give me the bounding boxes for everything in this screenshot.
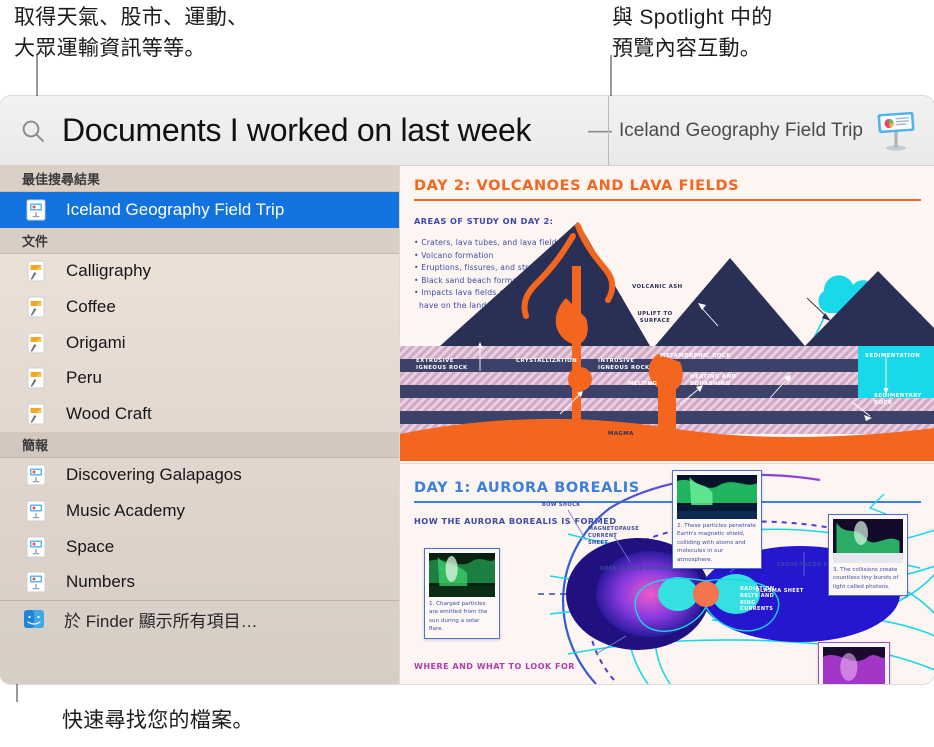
leader-line-top-right <box>610 55 612 97</box>
label-text: INTRUSIVE IGNEOUS ROCK <box>598 358 650 372</box>
mag-label-open-closed-boundary: OPEN-CLOSED BOUNDARY <box>600 566 681 572</box>
finder-icon <box>22 608 46 630</box>
aurora-caption-2: 2. These particles penetrate Earth's mag… <box>677 523 756 563</box>
aurora-thumbnail-violet <box>823 647 885 684</box>
result-label: Discovering Galapagos <box>66 465 242 485</box>
diagram-label-heating-and-squashing: HEATING AND SQUASHING <box>690 374 752 389</box>
result-label: Iceland Geography Field Trip <box>66 199 285 219</box>
diagram-label-metamorphic-rock: METAMORPHIC ROCK <box>660 353 731 359</box>
label-text: EXTRUSIVE IGNEOUS ROCK <box>416 358 468 372</box>
result-label: Numbers <box>66 572 135 592</box>
mag-label-magnetopause-current-sheet: MAGNETOPAUSE CURRENT SHEET <box>588 526 639 546</box>
result-row-peru[interactable]: Peru <box>0 360 399 396</box>
result-label: Music Academy <box>66 500 186 520</box>
result-label: Calligraphy <box>66 261 152 281</box>
diagram-label-intrusive-igneous-rock: INTRUSIVE IGNEOUS ROCK <box>598 358 660 373</box>
diagram-label-sedimentary-rock: SEDIMENTARY ROCK <box>874 393 926 408</box>
results-sidebar[interactable]: 最佳搜尋結果 Iceland Geography Field Trip 文件 C… <box>0 166 399 684</box>
diagram-label-erosion-from-weather: EROSION FROM WEATHER <box>835 314 923 320</box>
aurora-thumbnail-1 <box>429 553 495 597</box>
keynote-app-icon <box>873 108 919 154</box>
result-row-discovering-galapagos[interactable]: Discovering Galapagos <box>0 458 399 494</box>
result-label: Wood Craft <box>66 403 152 423</box>
search-icon <box>20 118 46 144</box>
section-header-documents: 文件 <box>0 227 399 254</box>
keynote-document-icon <box>26 500 46 522</box>
diagram-label-magma: MAGMA <box>608 431 634 437</box>
result-row-wood-craft[interactable]: Wood Craft <box>0 396 399 432</box>
pages-document-icon <box>26 403 46 425</box>
keynote-document-icon <box>26 571 46 593</box>
result-label: Origami <box>66 332 126 352</box>
mag-label-radiation-belts: RADIATION BELTS AND RING CURRENTS <box>740 586 786 613</box>
search-input[interactable]: Documents I worked on last week <box>62 112 531 149</box>
aurora-thumbnail-2 <box>677 475 757 519</box>
label-text: RADIATION BELTS AND RING CURRENTS <box>740 586 775 613</box>
callout-top-right: 與 Spotlight 中的 預覽內容互動。 <box>612 6 773 60</box>
aurora-caption-1: 1. Charged particles are emitted from th… <box>429 601 488 633</box>
label-text: SEDIMENTARY ROCK <box>874 393 922 407</box>
result-row-origami[interactable]: Origami <box>0 325 399 361</box>
diagram-label-volcanic-ash: VOLCANIC ASH <box>632 284 683 290</box>
diagram-label-crystallization: CRYSTALLIZATION <box>516 358 578 364</box>
slide-day-2[interactable]: DAY 2: VOLCANOES AND LAVA FIELDS AREAS O… <box>400 166 934 461</box>
result-row-calligraphy[interactable]: Calligraphy <box>0 254 399 290</box>
result-row-numbers[interactable]: Numbers <box>0 564 399 600</box>
label-text: HEATING AND SQUASHING <box>690 374 737 388</box>
callout-bottom: 快速尋找您的檔案。 <box>62 709 254 732</box>
leader-line-top-left <box>36 55 38 97</box>
spotlight-window: Documents I worked on last week — Icelan… <box>0 96 934 684</box>
aurora-card-3[interactable]: 3. The collisions create countless tiny … <box>828 514 908 597</box>
keynote-document-icon <box>26 536 46 558</box>
diagram-label-lava: LAVA <box>512 330 530 336</box>
aurora-card-1[interactable]: 1. Charged particles are emitted from th… <box>424 548 500 639</box>
pages-document-icon <box>26 367 46 389</box>
diagram-label-extrusive-igneous-rock: EXTRUSIVE IGNEOUS ROCK <box>416 358 476 373</box>
pages-document-icon <box>26 296 46 318</box>
callout-top-left: 取得天氣、股市、運動、 大眾運輸資訊等等。 <box>14 6 249 60</box>
pages-document-icon <box>26 332 46 354</box>
keynote-document-icon <box>26 464 46 486</box>
result-row-space[interactable]: Space <box>0 529 399 565</box>
slide-day1-footer: WHERE AND WHAT TO LOOK FOR <box>414 662 575 671</box>
mag-label-bow-shock: BOW SHOCK <box>542 502 581 508</box>
result-row-iceland[interactable]: Iceland Geography Field Trip <box>0 192 399 228</box>
preview-title-bar: Iceland Geography Field Trip <box>608 96 934 165</box>
preview-pane[interactable]: DAY 2: VOLCANOES AND LAVA FIELDS AREAS O… <box>399 166 934 684</box>
result-label: Coffee <box>66 296 116 316</box>
show-all-in-finder-row[interactable]: 於 Finder 顯示所有項目… <box>0 599 399 638</box>
preview-title: Iceland Geography Field Trip <box>619 119 863 141</box>
result-label: Peru <box>66 368 102 388</box>
pages-document-icon <box>26 260 46 282</box>
result-row-music-academy[interactable]: Music Academy <box>0 493 399 529</box>
keynote-document-icon <box>26 199 46 221</box>
result-row-coffee[interactable]: Coffee <box>0 289 399 325</box>
finder-row-label: 於 Finder 顯示所有項目… <box>64 611 258 631</box>
diagram-label-uplift-to-surface: UPLIFT TO SURFACE <box>628 311 682 326</box>
search-bar[interactable]: Documents I worked on last week — Icelan… <box>0 96 934 166</box>
diagram-label-sedimentation: SEDIMENTATION <box>865 353 921 359</box>
diagram-label-melting: MELTING <box>628 381 658 387</box>
aurora-caption-3: 3. The collisions create countless tiny … <box>833 567 899 590</box>
aurora-card-2[interactable]: 2. These particles penetrate Earth's mag… <box>672 470 762 570</box>
aurora-thumbnail-3 <box>833 519 903 563</box>
slide-day-1[interactable]: DAY 1: AURORA BOREALIS HOW THE AURORA BO… <box>400 463 934 684</box>
aurora-card-violet[interactable] <box>818 642 890 684</box>
result-label: Space <box>66 536 115 556</box>
section-header-top-hit: 最佳搜尋結果 <box>0 166 399 192</box>
label-text: UPLIFT TO SURFACE <box>637 311 673 325</box>
section-header-presentations: 簡報 <box>0 431 399 458</box>
